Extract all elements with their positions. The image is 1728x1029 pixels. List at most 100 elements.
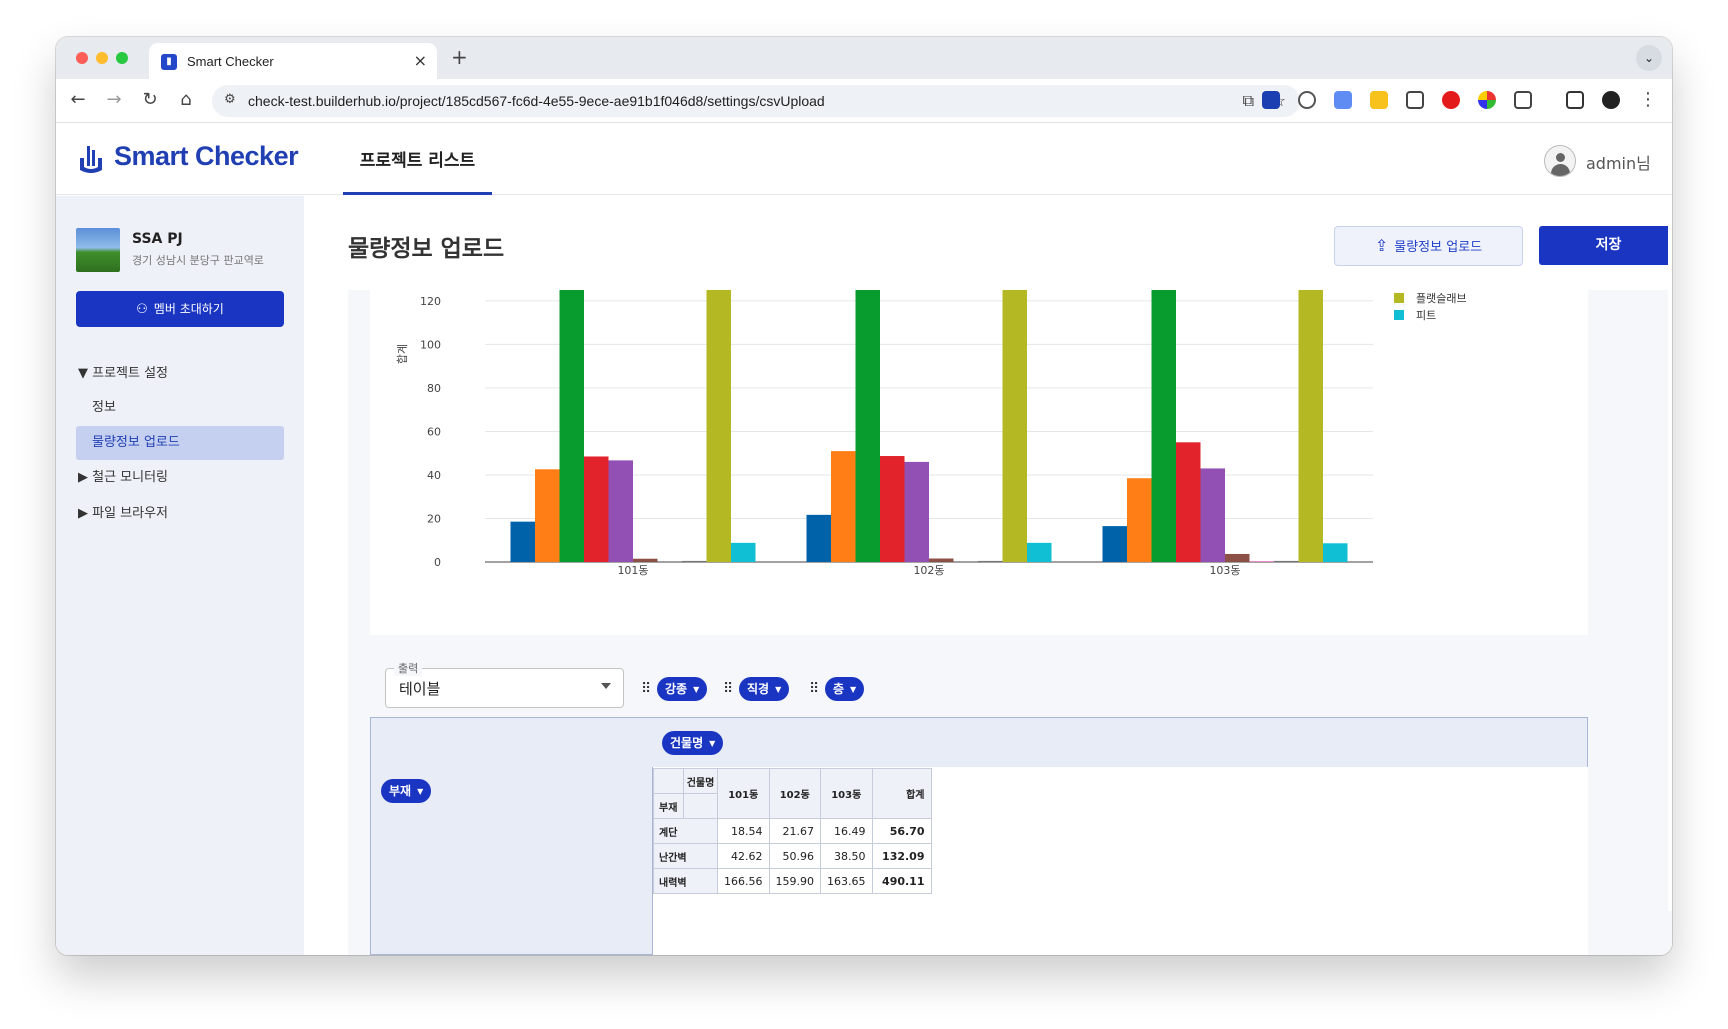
browser-menu-icon[interactable]: ⋮ (1636, 89, 1660, 110)
opera-icon[interactable] (1442, 91, 1460, 109)
table-total-cell: 56.70 (871, 818, 932, 844)
pivot-row-drop-zone[interactable]: 부재 ▼ (370, 767, 653, 955)
app-viewport: Smart Checker 프로젝트 리스트 admin님 SSA PJ 경기 … (56, 124, 1672, 955)
filter-chip-floor[interactable]: ⠿ 층 ▼ (809, 677, 865, 701)
forward-arrow-icon[interactable]: → (102, 89, 126, 110)
column-header: 합계 (871, 768, 932, 819)
extension-icon[interactable] (1262, 91, 1280, 109)
puzzle-extensions-icon[interactable] (1514, 91, 1532, 109)
bar (1176, 442, 1201, 562)
color-picker-icon[interactable] (1478, 91, 1496, 109)
side-panel-icon[interactable] (1566, 91, 1584, 109)
pivot-body: 건물명 101동 102동 103동 합계 부재 계단 18.54 21.67 … (653, 767, 1588, 955)
browser-tab[interactable]: ▮ Smart Checker × (149, 43, 437, 79)
user-avatar-icon[interactable] (1544, 145, 1576, 177)
table-row: 내력벽 166.56 159.90 163.65 490.11 (653, 868, 932, 894)
table-cell: 21.67 (768, 818, 821, 844)
bar (1225, 553, 1250, 562)
x-tick-label: 102동 (913, 564, 944, 577)
drag-handle-icon[interactable]: ⠿ (809, 681, 819, 697)
sidebar: SSA PJ 경기 성남시 분당구 판교역로 ⚇ 멤버 초대하기 ▼ 프로젝트 설… (56, 196, 304, 955)
row-axis-label: 부재 (653, 793, 684, 819)
back-arrow-icon[interactable]: ← (66, 89, 90, 110)
x-tick-label: 101동 (617, 564, 648, 577)
minimize-window-button[interactable] (96, 52, 108, 64)
tab-project-list[interactable]: 프로젝트 리스트 (343, 124, 492, 195)
save-button[interactable]: 저장 (1539, 226, 1672, 265)
chip-diameter[interactable]: 직경 ▼ (739, 677, 790, 701)
table-total-cell: 132.09 (871, 843, 932, 869)
output-select[interactable]: 출력 테이블 (385, 660, 624, 708)
app-header: Smart Checker 프로젝트 리스트 admin님 (56, 124, 1672, 195)
sidebar-item-info[interactable]: 정보 (76, 391, 284, 425)
table-cell: 163.65 (820, 868, 873, 894)
caret-down-icon: ▼ (417, 787, 424, 796)
caret-down-icon: ▼ (775, 685, 782, 694)
chip-label: 층 (833, 682, 845, 696)
pivot-table: 건물명 ▼ 부재 ▼ 건물명 101동 102동 103동 합계 부재 계단 1… (370, 717, 1588, 955)
address-bar[interactable]: ⚙ check-test.builderhub.io/project/185cd… (212, 85, 1300, 117)
close-window-button[interactable] (76, 52, 88, 64)
invite-member-button[interactable]: ⚇ 멤버 초대하기 (76, 291, 284, 327)
user-name[interactable]: admin님 (1586, 150, 1651, 174)
site-settings-icon[interactable]: ⚙ (224, 92, 236, 107)
caret-down-icon: ▼ (850, 685, 857, 694)
browser-window: ▮ Smart Checker × + ⌄ ← → ↻ ⌂ ⚙ check-te… (56, 37, 1672, 955)
y-tick-label: 0 (434, 556, 441, 569)
bar (904, 461, 929, 562)
tab-search-chevron-icon[interactable]: ⌄ (1636, 45, 1662, 71)
logo-text[interactable]: Smart Checker (114, 141, 299, 172)
reload-icon[interactable]: ↻ (138, 89, 162, 110)
pivot-column-drop-zone[interactable]: 건물명 ▼ (652, 717, 1588, 768)
table-total-cell: 490.11 (871, 868, 932, 894)
bar (584, 456, 609, 562)
sidebar-item-file-browser[interactable]: ▶ 파일 브라우저 (78, 497, 286, 531)
maximize-window-button[interactable] (116, 52, 128, 64)
url-text[interactable]: check-test.builderhub.io/project/185cd56… (248, 93, 825, 109)
y-tick-label: 60 (427, 425, 441, 438)
sidebar-item-rebar-monitoring[interactable]: ▶ 철근 모니터링 (78, 461, 286, 495)
x-tick-label: 103동 (1209, 564, 1240, 577)
drag-handle-icon[interactable]: ⠿ (641, 681, 651, 697)
profile-avatar-icon[interactable] (1602, 91, 1620, 109)
spy-icon[interactable] (1406, 91, 1424, 109)
row-header: 난간벽 (653, 843, 718, 869)
bar (608, 460, 633, 562)
page-scrollbar[interactable] (1668, 211, 1672, 911)
chip-floor[interactable]: 층 ▼ (825, 677, 865, 701)
chart-plot: 0 20 40 60 80 100 120 합계 101동 102동 103동 (396, 290, 1373, 577)
sticky-note-icon[interactable] (1370, 91, 1388, 109)
close-tab-icon[interactable]: × (414, 51, 427, 70)
upload-quantity-button[interactable]: ⇪ 물량정보 업로드 (1334, 226, 1523, 266)
filter-chip-steel-grade[interactable]: ⠿ 강종 ▼ (641, 677, 713, 701)
bar (1027, 542, 1052, 562)
filter-chip-diameter[interactable]: ⠿ 직경 ▼ (723, 677, 795, 701)
new-tab-button[interactable]: + (451, 45, 468, 69)
chip-label: 부재 (389, 784, 412, 798)
chip-building-name[interactable]: 건물명 ▼ (662, 731, 724, 755)
legend-item[interactable]: 피트 (1394, 307, 1436, 323)
table-empty-cell (653, 768, 684, 794)
browser-tab-bar: ▮ Smart Checker × + ⌄ (56, 37, 1672, 79)
bar (978, 560, 1003, 562)
cloud-icon[interactable] (1298, 91, 1316, 109)
project-thumbnail (76, 228, 120, 272)
chip-steel-grade[interactable]: 강종 ▼ (657, 677, 708, 701)
browser-toolbar: ← → ↻ ⌂ ⚙ check-test.builderhub.io/proje… (56, 79, 1672, 123)
sidebar-item-quantity-upload[interactable]: 물량정보 업로드 (76, 426, 284, 460)
install-app-icon[interactable]: ⧉ (1243, 91, 1254, 111)
home-icon[interactable]: ⌂ (174, 89, 198, 110)
table-row: 계단 18.54 21.67 16.49 56.70 (653, 818, 932, 844)
cloud-upload-icon: ⇪ (1374, 236, 1389, 255)
table-cell: 159.90 (768, 868, 821, 894)
upload-quantity-label: 물량정보 업로드 (1394, 240, 1483, 255)
bar (855, 290, 880, 562)
legend-item[interactable]: 플랫슬래브 (1394, 290, 1467, 306)
clipboard-icon[interactable] (1334, 91, 1352, 109)
sidebar-item-project-settings[interactable]: ▼ 프로젝트 설정 (78, 357, 286, 391)
legend-swatch (1394, 293, 1404, 303)
drag-handle-icon[interactable]: ⠿ (723, 681, 733, 697)
table-row: 난간벽 42.62 50.96 38.50 132.09 (653, 843, 932, 869)
legend-label: 피트 (1416, 309, 1437, 322)
chip-member[interactable]: 부재 ▼ (381, 779, 432, 803)
